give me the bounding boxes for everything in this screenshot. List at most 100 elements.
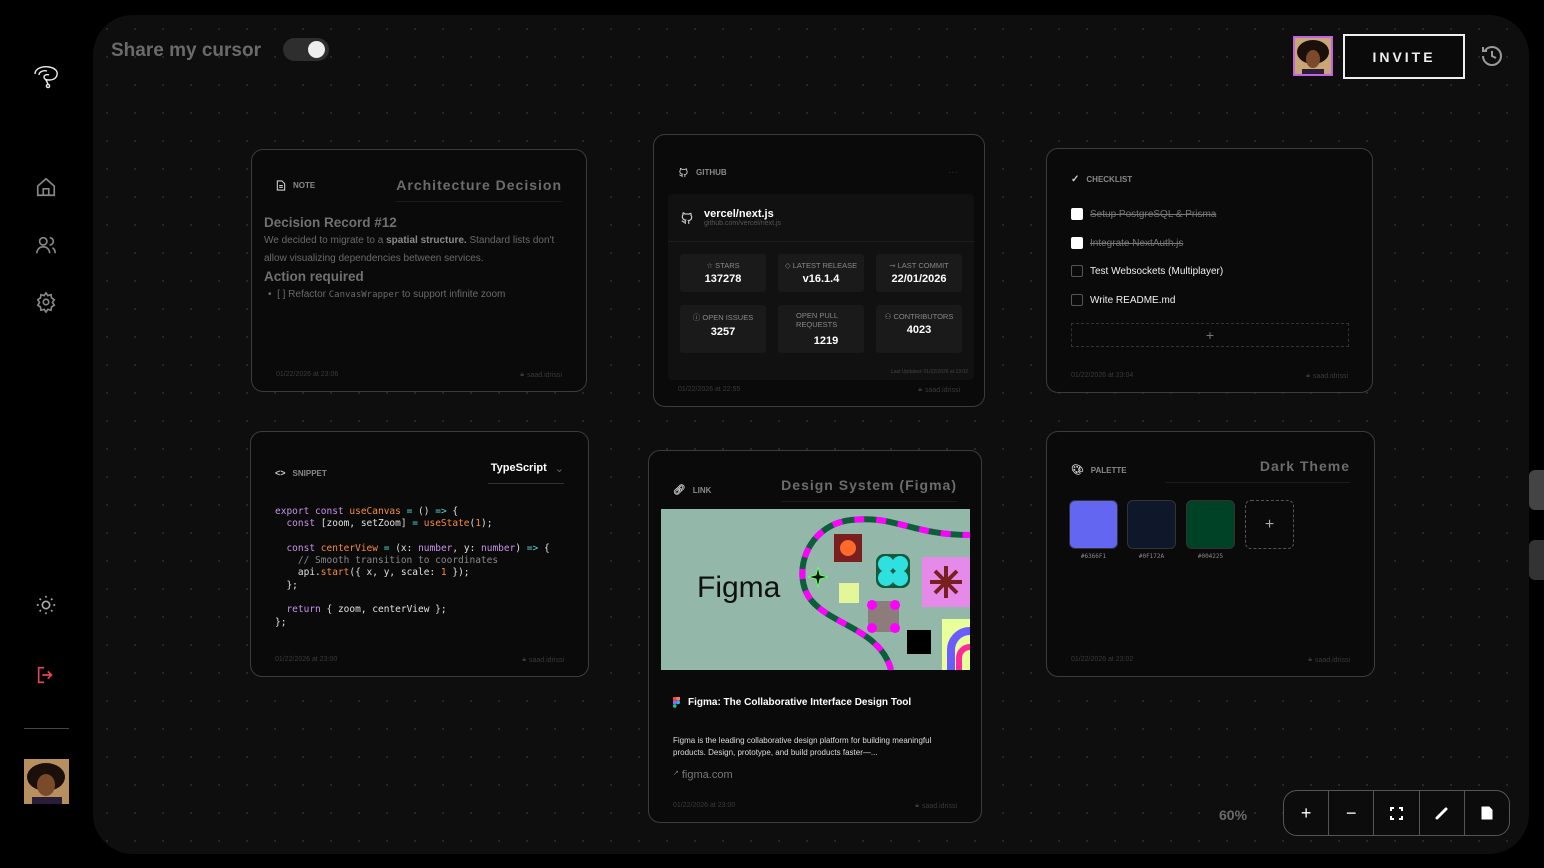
card-footer: 01/22/2026 at 23:00 🔒︎ saad.idrissi bbox=[673, 802, 957, 810]
card-footer: 01/22/2026 at 22:55 🔒︎ saad.idrissi bbox=[678, 386, 960, 394]
checkbox[interactable] bbox=[1071, 208, 1083, 220]
note-subheading: Action required bbox=[264, 269, 364, 284]
timestamp: 01/22/2026 at 23:04 bbox=[1071, 372, 1134, 379]
canvas-toolbar: + − bbox=[1283, 790, 1510, 836]
repo-name: vercel/next.js bbox=[704, 208, 774, 220]
lock-icon: 🔒︎ bbox=[1306, 372, 1310, 379]
zoom-level: 60% bbox=[1219, 807, 1248, 823]
note-content[interactable]: Decision Record #12 We decided to migrat… bbox=[264, 214, 572, 304]
checkbox[interactable] bbox=[1071, 294, 1083, 306]
color-swatch[interactable] bbox=[1186, 500, 1235, 549]
card-header: NOTE bbox=[276, 180, 315, 191]
color-hex: #0F172A bbox=[1138, 553, 1165, 560]
logout-icon[interactable] bbox=[33, 662, 59, 688]
palette-icon: 🎨︎ bbox=[1071, 465, 1084, 476]
invite-button[interactable]: INVITE bbox=[1343, 34, 1465, 79]
author: saad.idrissi bbox=[526, 371, 562, 379]
user-avatar[interactable] bbox=[24, 759, 69, 804]
share-cursor-label: Share my cursor bbox=[111, 40, 261, 61]
theme-sun-icon[interactable] bbox=[33, 592, 59, 618]
link-page-title[interactable]: Figma: The Collaborative Interface Desig… bbox=[673, 697, 911, 708]
checklist-card[interactable]: ✓ CHECKLIST Setup PostgreSQL & Prisma Int… bbox=[1046, 148, 1373, 393]
timestamp: 01/22/2026 at 22:55 bbox=[678, 386, 741, 393]
checklist-item[interactable]: Setup PostgreSQL & Prisma bbox=[1071, 208, 1216, 220]
card-title[interactable]: Architecture Decision bbox=[396, 177, 562, 202]
color-swatch[interactable] bbox=[1127, 500, 1176, 549]
timestamp: 01/22/2026 at 23:06 bbox=[276, 371, 339, 378]
author: saad.idrissi bbox=[921, 802, 957, 810]
card-footer: 01/22/2026 at 23:06 🔒︎ saad.idrissi bbox=[276, 371, 562, 379]
card-title[interactable]: Design System (Figma) bbox=[781, 477, 957, 502]
timestamp: 01/22/2026 at 23:00 bbox=[275, 656, 338, 663]
card-type: NOTE bbox=[293, 181, 316, 190]
add-color-button[interactable]: + bbox=[1245, 500, 1294, 549]
card-footer: 01/22/2026 at 23:00 🔒︎ saad.idrissi bbox=[275, 656, 564, 664]
fullscreen-icon bbox=[1390, 806, 1403, 820]
history-icon[interactable] bbox=[1480, 44, 1504, 68]
brain-logo-icon[interactable] bbox=[31, 64, 61, 90]
card-type: PALETTE bbox=[1090, 466, 1127, 475]
fit-screen-button[interactable] bbox=[1374, 791, 1420, 835]
link-icon: 🔗︎ bbox=[673, 485, 686, 496]
author: saad.idrissi bbox=[1312, 372, 1348, 380]
collaborator-avatar[interactable] bbox=[1293, 36, 1333, 76]
background-edge bbox=[1529, 470, 1544, 510]
card-footer: 01/22/2026 at 23:02 🔒︎ saad.idrissi bbox=[1071, 656, 1350, 664]
checkbox[interactable] bbox=[1071, 265, 1083, 277]
external-link-icon: ↗ bbox=[673, 770, 679, 777]
toggle-knob bbox=[308, 41, 325, 58]
stat-stars: ☆ STARS 137278 bbox=[680, 254, 766, 292]
checkbox[interactable] bbox=[1071, 237, 1083, 249]
note-card[interactable]: NOTE Architecture Decision Decision Reco… bbox=[251, 149, 587, 392]
more-options-icon[interactable]: ··· bbox=[948, 167, 958, 178]
lock-icon: 🔒︎ bbox=[915, 802, 919, 809]
github-icon bbox=[679, 167, 688, 178]
author: saad.idrissi bbox=[924, 386, 960, 394]
add-note-button[interactable] bbox=[1465, 791, 1509, 835]
checklist-item[interactable]: Integrate NextAuth.js bbox=[1071, 237, 1183, 249]
link-url[interactable]: ↗ figma.com bbox=[673, 769, 733, 781]
link-preview-image[interactable]: Figma bbox=[661, 509, 970, 670]
code-icon: <> bbox=[275, 468, 286, 478]
check-icon: ✓ bbox=[1071, 174, 1080, 185]
lock-icon: 🔒︎ bbox=[522, 656, 526, 663]
checklist-item[interactable]: Test Websockets (Multiplayer) bbox=[1071, 265, 1223, 277]
background-edge bbox=[1529, 540, 1544, 580]
link-card[interactable]: 🔗︎ LINK Design System (Figma) Figma Figma… bbox=[648, 450, 982, 823]
figma-logo-icon bbox=[673, 697, 680, 708]
github-card[interactable]: GITHUB ··· vercel/next.js github.com/verc… bbox=[653, 134, 985, 407]
home-icon[interactable] bbox=[33, 174, 59, 200]
language-select[interactable]: TypeScript ⌄ bbox=[488, 462, 564, 484]
card-footer: 01/22/2026 at 23:04 🔒︎ saad.idrissi bbox=[1071, 372, 1348, 380]
author: saad.idrissi bbox=[1314, 656, 1350, 664]
color-swatch[interactable] bbox=[1069, 500, 1118, 549]
note-bullet: • [ ] Refactor CanvasWrapper to support … bbox=[268, 289, 506, 300]
stat-latest-release: ◇ LATEST RELEASE v16.1.4 bbox=[778, 254, 864, 292]
add-item-button[interactable]: + bbox=[1071, 323, 1349, 347]
snippet-card[interactable]: <> SNIPPET TypeScript ⌄ export const useCa… bbox=[250, 431, 589, 677]
stat-contributors: ⚇ CONTRIBUTORS 4023 bbox=[876, 305, 962, 353]
lock-icon: 🔒︎ bbox=[1308, 656, 1312, 663]
board-canvas[interactable]: Share my cursor INVITE NOTE Architecture… bbox=[93, 15, 1529, 854]
last-updated: Last Updated: 01/22/2026 at 23:02 bbox=[890, 369, 968, 375]
card-title[interactable]: Dark Theme bbox=[1165, 458, 1350, 483]
users-icon[interactable] bbox=[33, 232, 59, 258]
zoom-out-button[interactable]: − bbox=[1329, 791, 1375, 835]
checklist-item[interactable]: Write README.md bbox=[1071, 294, 1175, 306]
palette-card[interactable]: 🎨︎ PALETTE Dark Theme + #6366F1 #0F172A #… bbox=[1046, 431, 1375, 677]
sidebar bbox=[0, 0, 93, 868]
draw-button[interactable] bbox=[1420, 791, 1465, 835]
github-repo-panel: vercel/next.js github.com/vercel/next.js … bbox=[668, 194, 974, 380]
code-block[interactable]: export const useCanvas = () => { const [… bbox=[275, 506, 550, 629]
card-type: CHECKLIST bbox=[1086, 175, 1133, 184]
repo-header[interactable]: vercel/next.js github.com/vercel/next.js bbox=[680, 208, 781, 227]
zoom-in-button[interactable]: + bbox=[1284, 791, 1330, 835]
lock-icon: 🔒︎ bbox=[918, 386, 922, 393]
card-type: SNIPPET bbox=[292, 468, 327, 478]
minus-icon: − bbox=[1346, 802, 1357, 823]
card-header: 🔗︎ LINK bbox=[673, 485, 711, 496]
stat-open-prs: OPEN PULL REQUESTS 1219 bbox=[778, 305, 864, 353]
settings-icon[interactable] bbox=[33, 289, 59, 315]
lock-icon: 🔒︎ bbox=[520, 371, 524, 378]
share-cursor-toggle[interactable] bbox=[283, 38, 329, 61]
